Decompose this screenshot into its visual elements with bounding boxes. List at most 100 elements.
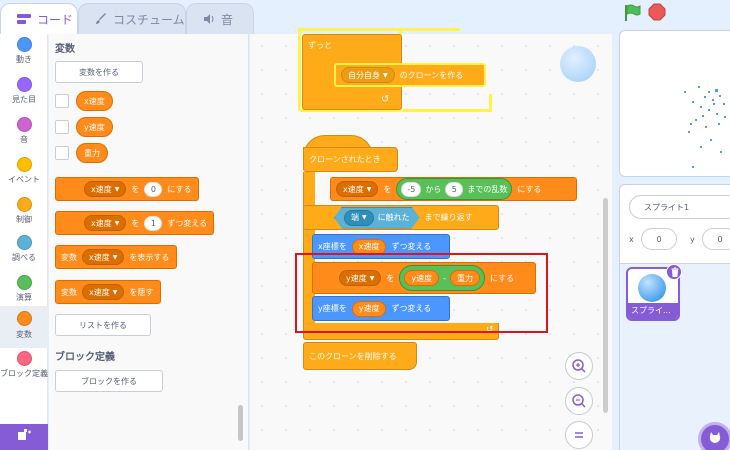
sprite-ghost-ball bbox=[560, 46, 596, 82]
sprite-thumb-label: スプライ... bbox=[628, 303, 678, 319]
delete-clone-label: このクローンを削除する bbox=[309, 351, 397, 361]
set-x-var-name: x速度 bbox=[343, 184, 364, 194]
hide-tail: を隠す bbox=[129, 287, 154, 297]
random-block[interactable]: -5 から 5 までの乱数 bbox=[396, 178, 513, 200]
change-tail: ずつ変える bbox=[167, 218, 208, 228]
y-position-field[interactable]: 0 bbox=[702, 228, 730, 250]
cat-icon bbox=[709, 432, 721, 443]
zoom-out-button[interactable] bbox=[565, 387, 593, 415]
category-sensing-dot bbox=[17, 235, 32, 250]
stop-icon[interactable] bbox=[648, 3, 666, 21]
category-events-dot bbox=[17, 157, 32, 172]
make-variable-button[interactable]: 変数を作る bbox=[55, 61, 143, 83]
var-reporter-gravity[interactable]: 重力 bbox=[76, 143, 108, 163]
set-value[interactable]: 0 bbox=[144, 181, 163, 197]
category-variables[interactable]: 変数 bbox=[0, 306, 48, 348]
category-sound-label: 音 bbox=[20, 135, 28, 144]
var-reporter-y-speed[interactable]: y速度 bbox=[76, 117, 113, 137]
palette-myblocks-heading: ブロック定義 bbox=[55, 352, 115, 363]
category-sensing-label: 調べる bbox=[12, 253, 36, 262]
var-checkbox-gravity[interactable] bbox=[55, 146, 69, 160]
var-reporter-x-speed[interactable]: x速度 bbox=[76, 91, 113, 111]
touching-label: に触れた bbox=[377, 213, 410, 222]
random-to[interactable]: 5 bbox=[445, 181, 464, 197]
tab-code[interactable]: コード bbox=[0, 3, 78, 34]
palette-set-variable-block[interactable]: x速度 ▼ を 0 にする bbox=[55, 177, 199, 201]
show-pre: 変数 bbox=[61, 252, 77, 262]
sprite-thumb-ball bbox=[638, 274, 666, 302]
var-checkbox-y[interactable] bbox=[55, 120, 69, 134]
change-value[interactable]: 1 bbox=[144, 215, 163, 231]
code-icon bbox=[17, 14, 31, 24]
category-motion-dot bbox=[17, 37, 32, 52]
random-tail: までの乱数 bbox=[467, 184, 508, 194]
var-checkbox-x[interactable] bbox=[55, 94, 69, 108]
palette-variables-heading: 変数 bbox=[55, 44, 75, 55]
chevron-down-icon: ▼ bbox=[114, 185, 120, 193]
clone-target-dropdown[interactable]: 自分自身 ▼ bbox=[341, 67, 395, 83]
category-looks-label: 見た目 bbox=[12, 95, 36, 104]
choose-sprite-button[interactable] bbox=[698, 422, 730, 450]
set-var-dropdown[interactable]: x速度 ▼ bbox=[336, 181, 379, 197]
hide-var-name: x速度 bbox=[89, 287, 110, 297]
palette-hide-variable-block[interactable]: 変数 x速度 ▼ を隠す bbox=[55, 280, 161, 304]
set-var-dropdown[interactable]: x速度 ▼ bbox=[84, 181, 127, 197]
sprite-name-field[interactable]: スプライト1 bbox=[629, 195, 730, 219]
zoom-in-button[interactable] bbox=[565, 352, 593, 380]
stage-canvas[interactable] bbox=[619, 30, 730, 177]
change-x-tail: ずつ変える bbox=[391, 242, 432, 251]
set-x-tail: にする bbox=[517, 184, 542, 194]
green-flag-icon[interactable] bbox=[622, 3, 642, 23]
palette-scrollbar[interactable] bbox=[238, 405, 243, 441]
brush-icon bbox=[96, 13, 106, 24]
touch-target-dropdown[interactable]: 端 ▼ bbox=[344, 210, 374, 226]
x-label: x bbox=[629, 235, 634, 244]
chevron-down-icon: ▼ bbox=[362, 214, 367, 221]
zoom-in-icon bbox=[572, 359, 586, 373]
repeat-until-block[interactable]: 端 ▼ に触れた まで繰り返す bbox=[303, 205, 499, 230]
speaker-icon bbox=[204, 14, 214, 24]
palette-change-variable-block[interactable]: x速度 ▼ を 1 ずつ変える bbox=[55, 211, 214, 235]
hide-var-dropdown[interactable]: x速度 ▼ bbox=[82, 284, 125, 300]
change-x-pre: x座標を bbox=[318, 242, 347, 251]
change-var-name: x速度 bbox=[91, 218, 112, 228]
make-block-button[interactable]: ブロックを作る bbox=[55, 370, 163, 392]
category-control-dot bbox=[17, 197, 32, 212]
delete-clone-block[interactable]: このクローンを削除する bbox=[303, 342, 417, 370]
set-x-speed-block[interactable]: x速度 ▼ を -5 から 5 までの乱数 にする bbox=[330, 177, 577, 201]
change-var-dropdown[interactable]: x速度 ▼ bbox=[84, 215, 127, 231]
chevron-down-icon: ▼ bbox=[112, 288, 118, 296]
zoom-reset-button[interactable] bbox=[565, 421, 593, 449]
workspace-scrollbar[interactable] bbox=[603, 198, 608, 413]
tab-costume-label: コスチューム bbox=[113, 12, 185, 27]
show-var-dropdown[interactable]: x速度 ▼ bbox=[82, 249, 125, 265]
tab-sound[interactable]: 音 bbox=[186, 3, 254, 34]
touch-target-name: 端 bbox=[351, 213, 359, 222]
random-mid: から bbox=[425, 184, 442, 194]
set-var-name: x速度 bbox=[91, 184, 112, 194]
random-from[interactable]: -5 bbox=[401, 181, 422, 197]
touching-edge-block[interactable]: 端 ▼ に触れた bbox=[334, 207, 420, 229]
palette-show-variable-block[interactable]: 変数 x速度 ▼ を表示する bbox=[55, 245, 177, 269]
category-myblocks-label: ブロック定義 bbox=[0, 369, 48, 378]
x-position-field[interactable]: 0 bbox=[641, 228, 677, 250]
stage-header bbox=[612, 0, 730, 28]
sprite-list-panel: スプライ... bbox=[619, 264, 730, 450]
forever-glow-bottom bbox=[402, 94, 492, 112]
add-extension-button[interactable] bbox=[0, 424, 48, 450]
loop-arrow-icon: ↺ bbox=[381, 94, 390, 105]
chevron-down-icon: ▼ bbox=[114, 219, 120, 227]
when-clone-start-hat[interactable]: クローンされたとき bbox=[303, 147, 398, 172]
category-events-label: イベント bbox=[8, 175, 40, 184]
equals-icon bbox=[575, 432, 583, 438]
clone-target-name: 自分自身 bbox=[348, 70, 380, 80]
category-variables-label: 変数 bbox=[16, 330, 32, 339]
tab-costume[interactable]: コスチューム bbox=[78, 3, 186, 34]
create-clone-block[interactable]: 自分自身 ▼ のクローンを作る bbox=[334, 63, 486, 87]
category-looks-dot bbox=[17, 77, 32, 92]
category-myblocks[interactable]: ブロック定義 bbox=[0, 348, 48, 398]
delete-sprite-button[interactable] bbox=[666, 264, 682, 280]
chevron-down-icon: ▼ bbox=[383, 71, 388, 79]
make-list-button[interactable]: リストを作る bbox=[55, 314, 151, 336]
category-sound-dot bbox=[17, 117, 32, 132]
